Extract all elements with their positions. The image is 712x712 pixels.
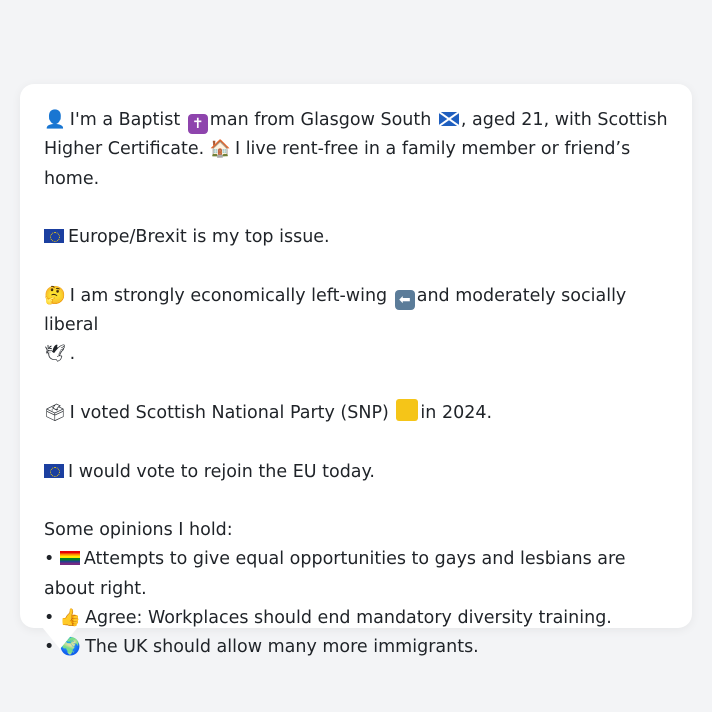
bust-in-silhouette-icon: 👤 [44, 110, 66, 130]
opinion-item: • 👍 Agree: Workplaces should end mandator… [44, 604, 668, 633]
intro-text-2: man from Glasgow South [209, 110, 432, 130]
top-issue: Europe/Brexit is my top issue. [44, 223, 668, 252]
opinion-text-2: Agree: Workplaces should end mandatory d… [85, 608, 612, 629]
speech-bubble-tail [42, 627, 78, 649]
rejoin-text: I would vote to rejoin the EU today. [68, 461, 375, 482]
opinion-text-1: Attempts to give equal opportunities to … [44, 549, 626, 599]
latin-cross-icon: ✝ [187, 114, 208, 134]
intro-text-1: I'm a Baptist [69, 110, 181, 130]
house-icon: 🏠 [209, 139, 231, 160]
opinion-text-3: The UK should allow many more immigrants… [85, 637, 479, 658]
political-stance: 🤔 I am strongly economically left-wing ⬅ a… [44, 282, 668, 370]
eu-flag-icon [44, 229, 64, 244]
eu-flag-icon [44, 463, 64, 478]
top-issue-text: Europe/Brexit is my top issue. [68, 227, 330, 248]
opinion-item: • Attempts to give equal opportunities t… [44, 549, 626, 599]
opinion-item: • 🌍 The UK should allow many more immigra… [44, 633, 668, 662]
intro-text-4: Higher Certificate. [44, 139, 205, 160]
dove-icon: 🕊 [44, 344, 66, 365]
stance-text-3: . [69, 344, 76, 365]
yellow-square-icon [396, 398, 419, 421]
opinions-list: • Attempts to give equal opportunities t… [44, 545, 668, 662]
message-card: 👤 I'm a Baptist ✝ man from Glasgow South ,… [20, 84, 692, 657]
stance-text-1: I am strongly economically left-wing [69, 285, 388, 306]
rainbow-flag-icon [59, 551, 80, 566]
thinking-face-icon: 🤔 [44, 285, 66, 306]
profile-intro: 👤 I'm a Baptist ✝ man from Glasgow South ,… [44, 106, 668, 194]
vote-text-2: in 2024. [420, 402, 493, 423]
ballot-box-icon: 🗳 [44, 402, 66, 423]
opinions-title: Some opinions I hold: [44, 520, 233, 541]
vote-text-1: I voted Scottish National Party (SNP) [69, 402, 389, 423]
intro-text-3: , aged 21, with Scottish [460, 110, 668, 130]
left-arrow-icon: ⬅ [394, 289, 415, 310]
scotland-flag-icon [438, 112, 459, 126]
vote-history: 🗳 I voted Scottish National Party (SNP) i… [44, 398, 668, 428]
rejoin-eu: I would vote to rejoin the EU today. [44, 458, 668, 487]
